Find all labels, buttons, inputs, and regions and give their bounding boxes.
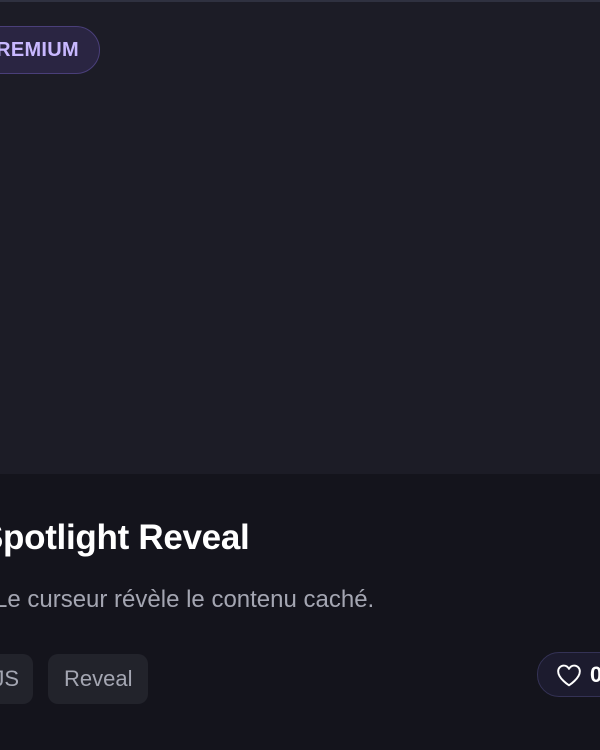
premium-badge: PREMIUM <box>0 26 100 74</box>
tag-label: Reveal <box>64 666 133 691</box>
card-title: Spotlight Reveal <box>0 518 250 557</box>
like-count: 0 <box>590 662 600 688</box>
card-description: Le curseur révèle le contenu caché. <box>0 586 375 613</box>
tag-label: JS <box>0 666 19 691</box>
heart-icon <box>556 663 582 687</box>
premium-badge-label: PREMIUM <box>0 38 79 61</box>
tag-js[interactable]: JS <box>0 654 33 704</box>
effect-card[interactable]: PREMIUM Spotlight Reveal Le curseur révè… <box>0 0 600 750</box>
effect-preview[interactable] <box>0 2 600 474</box>
tag-reveal[interactable]: Reveal <box>48 654 149 704</box>
like-button[interactable]: 0 <box>537 652 600 697</box>
